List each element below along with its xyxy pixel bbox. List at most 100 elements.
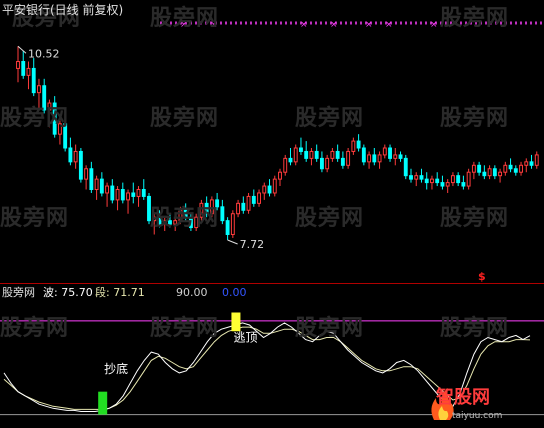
top-signal-label: 逃顶 (233, 331, 257, 345)
candle-body (278, 171, 282, 180)
candle-body (299, 147, 303, 152)
candle-body (314, 150, 319, 159)
wave-value: 波: 75.70 (43, 286, 93, 299)
candle-body (471, 164, 476, 173)
candle-body (110, 185, 115, 201)
watermark: 股旁网 (440, 6, 510, 31)
candle-body (293, 147, 298, 163)
candle-body (16, 61, 20, 69)
signal-marker: × (365, 20, 373, 30)
candle-body (440, 182, 445, 187)
candle-body (304, 150, 309, 159)
level-low-value: 0.00 (222, 286, 247, 299)
candle-body (503, 164, 508, 173)
signal-marker: × (430, 20, 438, 30)
candle-body (272, 178, 277, 194)
candle-body (330, 150, 335, 159)
watermark: 股旁网 (440, 316, 510, 341)
candle-body (78, 150, 83, 180)
high-pointer (17, 45, 27, 54)
candle-body (31, 67, 36, 94)
bottom-signal-label: 抄底 (104, 361, 128, 376)
watermark: 股旁网 (0, 206, 70, 231)
chart-window: × × × × × × × 10.52 7.72 $ 抄底 逃顶 股旁网 股旁网 股旁网 股旁网 股旁… (0, 0, 544, 428)
candle-body (398, 154, 403, 159)
candle-body (356, 140, 361, 149)
candle-body (340, 157, 345, 166)
candle-body (482, 171, 487, 177)
signal-marker: × (300, 20, 308, 30)
candle-body (487, 168, 492, 177)
candle-body (99, 178, 104, 194)
watermark: 股旁网 (440, 206, 510, 231)
candle-body (450, 175, 455, 184)
candle-body (529, 161, 534, 166)
watermark: 股旁网 (295, 106, 365, 131)
candle-body (319, 157, 324, 170)
bottom-signal-bar (98, 391, 108, 415)
candle-body (346, 150, 351, 166)
high-label: 10.52 (28, 47, 60, 60)
candle-body (262, 185, 267, 194)
candle-body (89, 168, 94, 191)
candle-body (424, 178, 429, 184)
candle-body (382, 147, 387, 156)
candle-body (419, 175, 424, 180)
candle-body (68, 147, 73, 163)
candle-body (115, 189, 120, 201)
candle-body (361, 147, 366, 163)
candle-body (257, 192, 261, 204)
watermark: 股旁网 (0, 316, 70, 341)
low-label: 7.72 (240, 238, 265, 251)
candle-body (508, 164, 513, 170)
candle-body (372, 154, 377, 163)
candle-body (267, 185, 272, 194)
candle-body (524, 161, 529, 166)
watermark: 股旁网 (440, 106, 510, 131)
candle-body (246, 195, 251, 211)
candle-body (120, 189, 125, 201)
candle-body (466, 171, 471, 187)
candle-body (241, 202, 246, 211)
candle-body (403, 157, 408, 177)
candle-body (409, 175, 413, 180)
candle-body (131, 192, 136, 197)
chart-title: 平安银行(日线 前复权) (2, 3, 124, 17)
dollar-marker: $ (478, 270, 486, 283)
watermark: 股旁网 (150, 6, 220, 31)
candle-body (367, 154, 372, 163)
candle-body (26, 67, 31, 76)
watermark: 股旁网 (295, 316, 365, 341)
watermark: 股旁网 (150, 316, 220, 341)
candle-body (84, 168, 89, 180)
low-pointer (227, 239, 238, 245)
candle-body (477, 164, 482, 173)
candle-body (288, 157, 293, 163)
candle-body (519, 164, 523, 173)
candle-body (225, 220, 230, 235)
candle-body (498, 171, 503, 177)
candle-body (283, 157, 288, 173)
watermark: 股旁网 (150, 206, 220, 231)
watermark: 股旁网 (0, 106, 70, 131)
candle-body (393, 154, 398, 159)
logo-url: taiyuu.com (452, 411, 503, 421)
candle-body (513, 168, 518, 173)
candle-body (251, 195, 256, 204)
segment-value: 段: 71.71 (95, 286, 145, 299)
candle-body (230, 213, 235, 235)
candle-body (534, 154, 539, 166)
candle-body (141, 189, 146, 197)
candle-body (351, 140, 356, 152)
candle-body (37, 85, 41, 94)
signal-marker: × (330, 20, 338, 30)
candle-body (73, 150, 78, 163)
candle-body (105, 185, 110, 194)
candle-body (136, 189, 141, 197)
level-high-value: 90.00 (176, 286, 208, 299)
candle-body (220, 206, 225, 222)
candle-body (126, 192, 130, 201)
signal-marker: × (385, 20, 393, 30)
candle-body (236, 202, 241, 215)
candle-body (377, 154, 382, 163)
